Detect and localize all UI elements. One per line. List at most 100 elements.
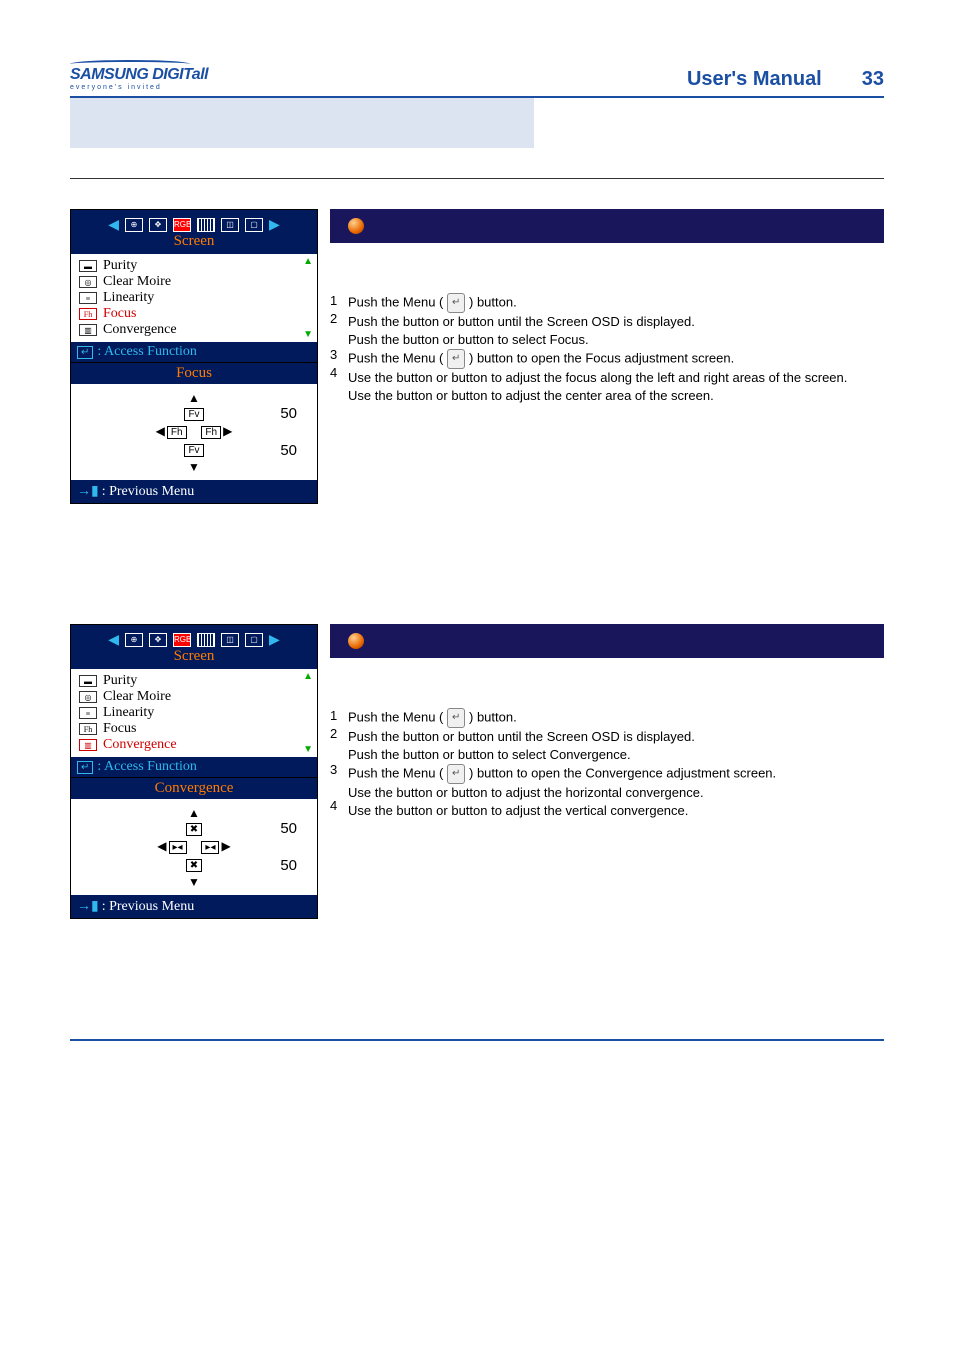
rgb-icon: RGB — [173, 633, 191, 647]
scroll-down-icon: ▼ — [303, 329, 313, 340]
enter-icon: ↵ — [77, 346, 93, 359]
info-icon: ▢ — [245, 218, 263, 232]
convergence-icon: ▥ — [79, 324, 97, 336]
previous-menu-label: : Previous Menu — [102, 899, 195, 915]
step-text: Push the Menu ( — [348, 350, 447, 365]
convergence-section: ◀ ⊕ ✥ RGB ◫ ▢ ▶ Screen ▲ ▬Purity ◎Clear … — [70, 624, 884, 919]
step-text: Use the button or button to adjust the f… — [348, 369, 884, 387]
step-text: Push the Menu ( — [348, 294, 447, 309]
osd-screenshot-convergence: ◀ ⊕ ✥ RGB ◫ ▢ ▶ Screen ▲ ▬Purity ◎Clear … — [70, 624, 318, 919]
size-icon: ✥ — [149, 633, 167, 647]
enter-button-icon: ↵ — [447, 708, 465, 728]
osd-tab-label: Screen — [71, 233, 317, 254]
page-number: 33 — [862, 68, 884, 91]
conv-v-icon: ✖ — [186, 823, 202, 836]
step-text: Use the button or button to adjust the h… — [348, 784, 884, 802]
step-text: ) button. — [465, 709, 516, 724]
osd-tab-label: Screen — [71, 648, 317, 669]
step-text: Push the button or button until the Scre… — [348, 728, 884, 746]
step-text: Push the button or button to select Conv… — [348, 746, 884, 764]
logo-text: SAMSUNG DIGIT — [70, 66, 192, 83]
enter-button-icon: ↵ — [447, 293, 465, 313]
step-text: ) button. — [465, 294, 516, 309]
scroll-up-icon: ▲ — [303, 256, 313, 267]
step-text: Push the Menu ( — [348, 765, 447, 780]
page-header: SAMSUNG DIGITall everyone's invited User… — [70, 60, 884, 91]
osd-sub-title: Convergence — [71, 778, 317, 799]
footer-rule — [70, 1039, 884, 1041]
advanced-icon: ◫ — [221, 218, 239, 232]
bullet-dot-icon — [348, 633, 364, 649]
fh-icon: Fh — [167, 426, 187, 439]
right-arrow-icon: ▶ — [269, 631, 280, 648]
screen-icon — [197, 218, 215, 232]
logo-tagline: everyone's invited — [70, 84, 162, 91]
fv-icon: Fv — [184, 408, 203, 421]
osd-sub-title: Focus — [71, 363, 317, 384]
focus-icon: Fh — [79, 723, 97, 735]
osd-menu-list: ▲ ▬Purity ◎Clear Moire ≡Linearity FhFocu… — [71, 669, 317, 757]
enter-button-icon: ↵ — [447, 764, 465, 784]
step-number: 3 — [330, 347, 348, 365]
step-text: ) button to open the Focus adjustment sc… — [465, 350, 734, 365]
exit-icon: →▮ — [77, 483, 99, 500]
focus-value-1: 50 — [280, 405, 297, 422]
right-arrow-icon: ▶ — [223, 424, 232, 438]
step-number: 2 — [330, 726, 348, 744]
step-number: 1 — [330, 708, 348, 726]
enter-icon: ↵ — [77, 761, 93, 774]
screen-icon — [197, 633, 215, 647]
step-number: 1 — [330, 293, 348, 311]
step-text: Push the button or button to select Focu… — [348, 331, 884, 349]
convergence-steps: 1 2 3 4 Push the Menu ( ↵ ) button. Push… — [330, 708, 884, 820]
left-arrow-icon: ◀ — [157, 839, 166, 853]
down-arrow-icon: ▼ — [188, 875, 200, 889]
focus-value-2: 50 — [280, 442, 297, 459]
left-arrow-icon: ◀ — [156, 424, 165, 438]
step-number: 4 — [330, 798, 348, 816]
focus-section: ◀ ⊕ ✥ RGB ◫ ▢ ▶ Screen ▲ ▬Purity ◎Clear … — [70, 209, 884, 504]
section-title-bar — [330, 209, 884, 243]
step-number: 2 — [330, 311, 348, 329]
step-text: Push the Menu ( — [348, 709, 447, 724]
scroll-up-icon: ▲ — [303, 671, 313, 682]
position-icon: ⊕ — [125, 218, 143, 232]
section-title-bar — [330, 624, 884, 658]
osd-menu-list: ▲ ▬Purity ◎Clear Moire ≡Linearity FhFocu… — [71, 254, 317, 342]
up-arrow-icon: ▲ — [188, 806, 200, 820]
focus-steps: 1 2 3 4 Push the Menu ( ↵ ) button. Push… — [330, 293, 884, 405]
convergence-icon: ▥ — [79, 739, 97, 751]
manual-title: User's Manual — [687, 68, 822, 91]
conv-value-2: 50 — [280, 857, 297, 874]
rgb-icon: RGB — [173, 218, 191, 232]
purity-icon: ▬ — [79, 675, 97, 687]
bullet-dot-icon — [348, 218, 364, 234]
step-number: 4 — [330, 365, 348, 383]
osd-screenshot-focus: ◀ ⊕ ✥ RGB ◫ ▢ ▶ Screen ▲ ▬Purity ◎Clear … — [70, 209, 318, 504]
access-label: : Access Function — [97, 759, 197, 775]
linearity-icon: ≡ — [79, 292, 97, 304]
position-icon: ⊕ — [125, 633, 143, 647]
linearity-icon: ≡ — [79, 707, 97, 719]
size-icon: ✥ — [149, 218, 167, 232]
up-arrow-icon: ▲ — [188, 391, 200, 405]
fh-icon: Fh — [201, 426, 221, 439]
scroll-down-icon: ▼ — [303, 744, 313, 755]
section-banner — [70, 98, 884, 148]
purity-icon: ▬ — [79, 260, 97, 272]
logo-suffix: all — [192, 66, 208, 83]
step-number: 3 — [330, 762, 348, 780]
info-icon: ▢ — [245, 633, 263, 647]
moire-icon: ◎ — [79, 691, 97, 703]
access-label: : Access Function — [97, 344, 197, 360]
enter-button-icon: ↵ — [447, 349, 465, 369]
right-arrow-icon: ▶ — [221, 839, 230, 853]
right-arrow-icon: ▶ — [269, 216, 280, 233]
step-text: Push the button or button until the Scre… — [348, 313, 884, 331]
step-text: ) button to open the Convergence adjustm… — [465, 765, 776, 780]
exit-icon: →▮ — [77, 898, 99, 915]
conv-v-icon: ✖ — [186, 859, 202, 872]
down-arrow-icon: ▼ — [188, 460, 200, 474]
step-text: Use the button or button to adjust the c… — [348, 387, 884, 405]
sub-rule — [70, 178, 884, 179]
